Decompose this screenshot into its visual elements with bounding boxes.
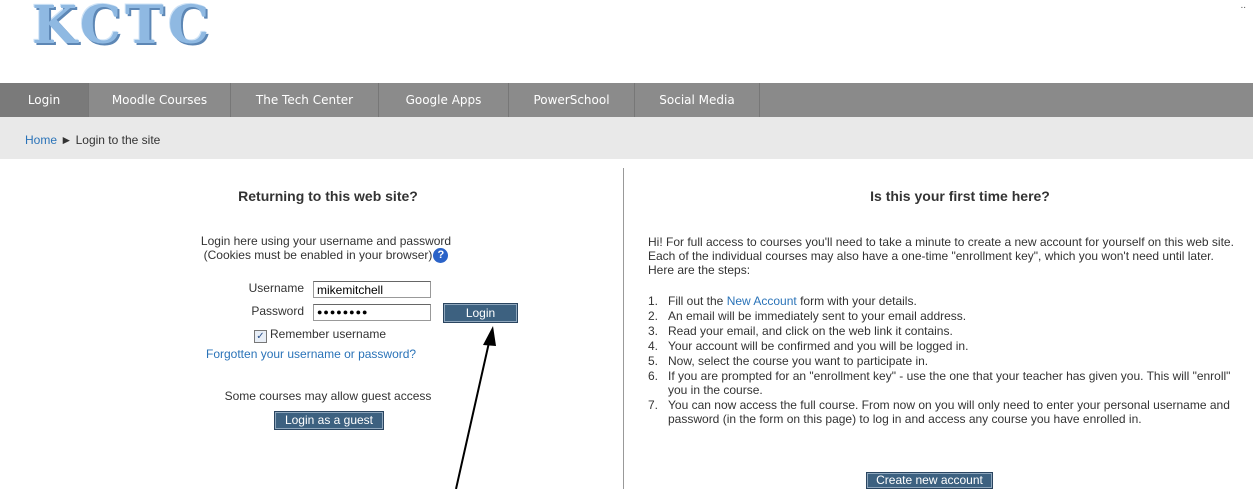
annotation-arrow-icon — [455, 326, 496, 489]
